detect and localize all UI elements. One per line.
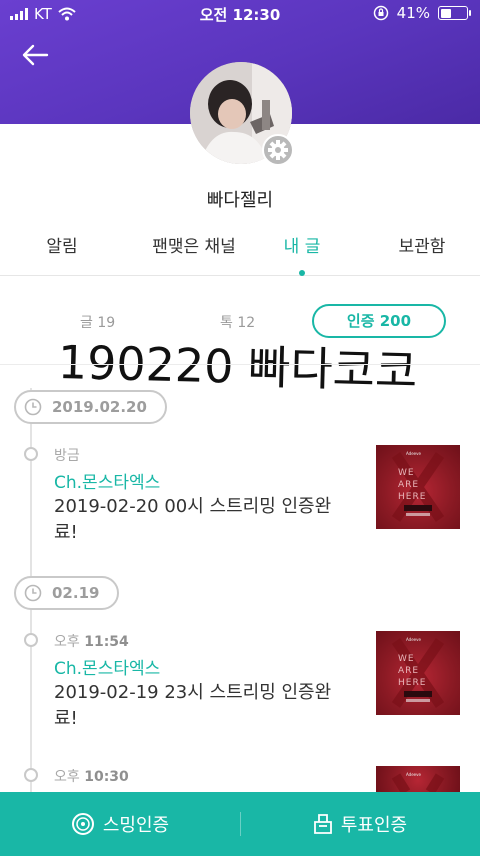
battery-fill <box>440 8 451 18</box>
profile-nickname: 빠다젤리 <box>206 190 274 211</box>
svg-text:Adeeve: Adeeve <box>406 451 421 456</box>
status-right: 41% <box>373 4 471 22</box>
post-time: 방금 <box>54 445 80 465</box>
clock-icon <box>24 584 42 602</box>
tab-archive[interactable]: 보관함 <box>396 232 448 257</box>
tab-label: 알림 <box>46 237 78 257</box>
date-label: 2019.02.20 <box>52 398 147 416</box>
post-time: 오후 10:30 <box>54 766 129 786</box>
post-text[interactable]: 2019-02-20 00시 스트리밍 인증완료! <box>54 494 354 546</box>
gear-icon <box>268 140 288 160</box>
time-value: 11:54 <box>84 634 129 650</box>
status-bar: KT 오전 12:30 41% <box>0 0 480 28</box>
avatar-settings-button[interactable] <box>262 134 294 166</box>
svg-text:WE: WE <box>398 468 415 478</box>
tab-my-posts[interactable]: 내 글 <box>276 232 328 276</box>
post-thumbnail[interactable]: Adeeve <box>376 766 460 792</box>
date-header: 2019.02.20 <box>14 390 167 424</box>
timeline-node <box>24 447 38 461</box>
svg-text:Adeeve: Adeeve <box>406 772 421 777</box>
section-divider <box>0 364 480 365</box>
svg-text:HERE: HERE <box>398 492 426 502</box>
time-prefix: 오후 <box>54 634 80 650</box>
svg-text:HERE: HERE <box>398 678 426 688</box>
tab-joined-channels[interactable]: 팬맺은 채널 <box>136 232 252 257</box>
vote-cert-label: 투표인증 <box>340 815 408 836</box>
tab-notifications[interactable]: 알림 <box>40 232 84 257</box>
album-cover-image: Adeeve WE ARE HERE <box>391 637 445 708</box>
svg-text:WE: WE <box>398 654 415 664</box>
post-thumbnail[interactable]: Adeeve WE ARE HERE <box>376 445 460 529</box>
timeline-node <box>24 768 38 782</box>
date-label: 02.19 <box>52 584 100 602</box>
post-text[interactable]: 2019-02-19 23시 스트리밍 인증완료! <box>54 680 354 732</box>
tab-label: 보관함 <box>398 237 446 257</box>
ballot-box-icon <box>313 814 332 834</box>
time-prefix: 방금 <box>54 448 80 464</box>
post-time: 오후 11:54 <box>54 631 129 651</box>
rotation-lock-icon <box>373 5 388 21</box>
disc-icon <box>71 813 94 835</box>
post-channel[interactable]: Ch.몬스타엑스 <box>54 468 160 493</box>
svg-text:ARE: ARE <box>398 666 419 676</box>
bottom-action-bar: 스밍인증 투표인증 <box>0 792 480 856</box>
talk-count[interactable]: 톡 12 <box>220 312 255 332</box>
clock-icon <box>24 398 42 416</box>
svg-text:Adeeve: Adeeve <box>406 637 421 642</box>
time-value: 10:30 <box>84 769 129 785</box>
stream-cert-label: 스밍인증 <box>102 815 170 836</box>
time-prefix: 오후 <box>54 769 80 785</box>
battery-percent: 41% <box>396 4 430 22</box>
timeline-node <box>24 633 38 647</box>
svg-text:ARE: ARE <box>398 480 419 490</box>
vote-cert-button[interactable]: 투표인증 <box>240 792 480 856</box>
tab-label: 팬맺은 채널 <box>152 237 236 257</box>
tab-label: 내 글 <box>283 237 321 257</box>
album-cover-image: Adeeve <box>391 772 445 792</box>
battery-icon <box>438 6 471 20</box>
back-arrow-icon[interactable] <box>20 40 50 70</box>
profile-tabs: 알림 팬맺은 채널 내 글 보관함 <box>0 222 480 276</box>
date-header: 02.19 <box>14 576 120 610</box>
post-thumbnail[interactable]: Adeeve WE ARE HERE <box>376 631 460 715</box>
album-cover-image: Adeeve WE ARE HERE <box>391 451 445 522</box>
stream-cert-button[interactable]: 스밍인증 <box>0 792 240 856</box>
active-tab-indicator <box>299 270 305 276</box>
post-channel[interactable]: Ch.몬스타엑스 <box>54 654 160 679</box>
